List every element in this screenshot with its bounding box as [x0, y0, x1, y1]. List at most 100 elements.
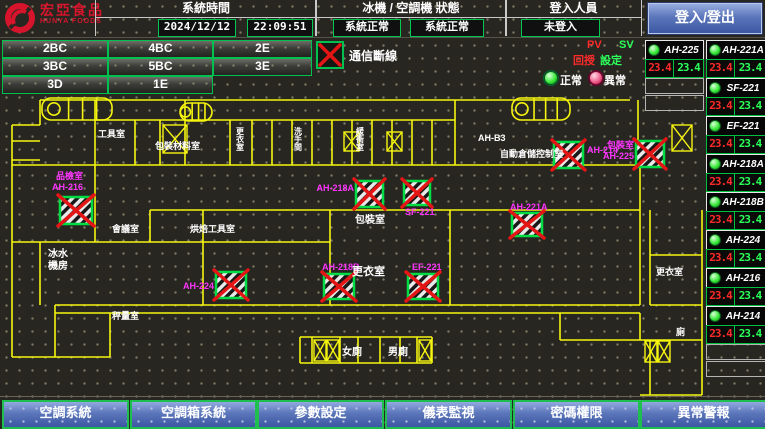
nav-button-3[interactable]: 參數設定	[257, 400, 384, 429]
nav-button-5[interactable]: 密碼權限	[513, 400, 640, 429]
floor-button-1e[interactable]: 1E	[108, 76, 213, 94]
floor-button-3bc[interactable]: 3BC	[2, 58, 108, 76]
comm-offline-icon	[316, 41, 344, 69]
map-label: 更衣室	[235, 126, 245, 152]
map-label: 烘焙工具室	[190, 223, 235, 234]
app-header: 宏亞食品 HUNYA FOODS 系統時間 2024/12/12 22:09:5…	[0, 0, 765, 38]
abnormal-label: 異常	[604, 72, 626, 88]
fault-equipment-icon-ah-221a[interactable]	[510, 211, 544, 238]
login-user-label: 登入人員	[506, 0, 641, 18]
floor-button-5bc[interactable]: 5BC	[108, 58, 213, 76]
equipment-plate-ah-218b[interactable]: AH-218B	[706, 192, 765, 212]
map-label: SF-221	[405, 207, 435, 217]
equipment-name: AH-218A	[721, 159, 765, 170]
normal-led	[544, 71, 558, 85]
floor-button-3e[interactable]: 3E	[213, 58, 312, 76]
stair-icon	[512, 98, 570, 120]
fault-equipment-icon-sf-221[interactable]	[402, 179, 432, 207]
fault-equipment-icon-ef-221[interactable]	[406, 272, 440, 301]
setting-label: 設定	[600, 52, 622, 68]
damper-x-icon	[658, 341, 670, 362]
status-led	[709, 158, 721, 170]
empty-plate	[645, 95, 704, 111]
equipment-plate-ah-225[interactable]: AH-225	[645, 40, 704, 60]
status-led	[709, 196, 721, 208]
feedback-label: 回授	[573, 52, 595, 68]
login-logout-button[interactable]: 登入/登出	[648, 3, 762, 34]
login-user-value: 未登入	[521, 19, 600, 37]
sv-value: 23.4	[734, 325, 765, 344]
fault-equipment-icon-ah-218b[interactable]	[322, 272, 356, 301]
map-label: 包裝室	[355, 213, 385, 226]
sv-value: 23.4	[673, 59, 704, 78]
status-led	[709, 82, 721, 94]
nav-button-2[interactable]: 空調箱系統	[130, 400, 257, 429]
map-label: 品檢室	[56, 170, 83, 181]
equipment-name: AH-218B	[721, 197, 765, 208]
empty-plate	[645, 78, 704, 94]
abnormal-led	[589, 71, 603, 85]
fault-equipment-icon-ah-218a[interactable]	[354, 179, 385, 209]
sv-value: 23.4	[734, 287, 765, 306]
sv-value: 23.4	[734, 211, 765, 230]
machine-status-section: 冰機 / 空調機 狀態 系統正常 系統正常	[315, 0, 507, 36]
fault-equipment-icon-ah-224[interactable]	[214, 270, 248, 300]
equipment-name: AH-221A	[721, 45, 765, 56]
damper-x-icon	[645, 341, 657, 362]
login-user-section: 登入人員 未登入	[505, 0, 642, 36]
status-led	[709, 234, 721, 246]
nav-button-4[interactable]: 儀表監視	[385, 400, 512, 429]
sv-value: 23.4	[734, 249, 765, 268]
floor-plan-map: 品檢室AH-216AH-224AH-218BEF-221AH-218ASF-22…	[0, 95, 704, 400]
sv-label: SV	[619, 39, 634, 51]
stair-icon	[42, 98, 112, 120]
machine-status-label: 冰機 / 空調機 狀態	[316, 0, 506, 18]
system-time-label: 系統時間	[96, 0, 316, 18]
chiller-status-value: 系統正常	[333, 19, 401, 37]
equipment-plate-ah-221a[interactable]: AH-221A	[706, 40, 765, 60]
pv-value: 23.4	[645, 59, 674, 78]
floor-button-2bc[interactable]: 2BC	[2, 40, 108, 58]
damper-x-icon	[419, 340, 431, 361]
nav-button-6[interactable]: 異常警報	[640, 400, 765, 429]
map-label: 自動倉儲控制室	[500, 148, 563, 159]
equipment-plate-ah-218a[interactable]: AH-218A	[706, 154, 765, 174]
map-label: 緩衝室	[355, 126, 365, 152]
status-led	[648, 44, 660, 56]
logo-mark	[4, 2, 36, 34]
map-label: 工具室	[98, 128, 125, 139]
nav-divider	[0, 396, 765, 397]
fault-equipment-icon-ah-216[interactable]	[58, 195, 94, 226]
pv-value: 23.4	[706, 135, 735, 154]
sv-value: 23.4	[734, 173, 765, 192]
equipment-plate-ef-221[interactable]: EF-221	[706, 116, 765, 136]
map-label: 包裝室	[606, 139, 634, 150]
map-label: EF-221	[412, 262, 442, 272]
floor-button-4bc[interactable]: 4BC	[108, 40, 213, 58]
map-label: 女廁	[342, 345, 362, 358]
time-display: 22:09:51	[247, 19, 313, 37]
equipment-plate-sf-221[interactable]: SF-221	[706, 78, 765, 98]
status-led	[709, 310, 721, 322]
map-label: 更衣室	[656, 266, 683, 277]
empty-plate	[706, 344, 765, 360]
map-label: AH-216	[52, 182, 83, 192]
pv-label: PV	[587, 39, 602, 51]
date-display: 2024/12/12	[158, 19, 236, 37]
system-time-section: 系統時間 2024/12/12 22:09:51	[95, 0, 317, 36]
equipment-plate-ah-214[interactable]: AH-214	[706, 306, 765, 326]
equipment-name: EF-221	[721, 121, 765, 132]
map-label: 機房	[48, 259, 68, 272]
equipment-plate-ah-216[interactable]: AH-216	[706, 268, 765, 288]
floor-button-2e[interactable]: 2E	[213, 40, 312, 58]
fault-equipment-icon-ah-225[interactable]	[634, 139, 666, 169]
pv-value: 23.4	[706, 59, 735, 78]
pv-value: 23.4	[706, 97, 735, 116]
damper-x-icon	[387, 132, 402, 151]
floor-button-3d[interactable]: 3D	[2, 76, 108, 94]
map-label: AH-224	[183, 281, 214, 291]
pv-value: 23.4	[706, 287, 735, 306]
status-led	[709, 120, 721, 132]
nav-button-1[interactable]: 空調系統	[2, 400, 129, 429]
equipment-plate-ah-224[interactable]: AH-224	[706, 230, 765, 250]
